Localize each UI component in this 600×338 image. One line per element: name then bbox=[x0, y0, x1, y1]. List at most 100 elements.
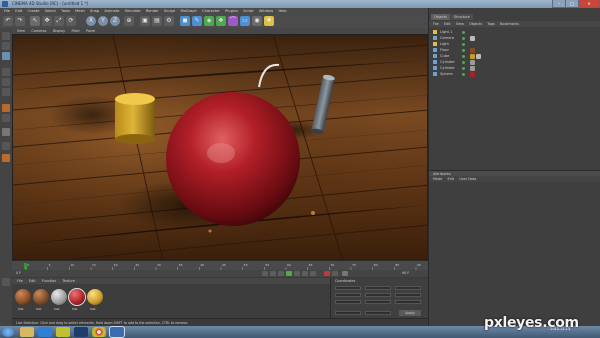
cube-icon[interactable]: ◼ bbox=[180, 16, 190, 26]
material-tag-icon[interactable] bbox=[470, 71, 475, 77]
model-mode-icon[interactable] bbox=[2, 42, 10, 50]
visibility-dot[interactable] bbox=[462, 42, 465, 46]
autokey-icon[interactable] bbox=[332, 271, 338, 276]
snap-icon[interactable] bbox=[2, 128, 10, 136]
coordinate-system-icon[interactable]: ⊕ bbox=[124, 16, 134, 26]
go-to-end-icon[interactable] bbox=[310, 271, 316, 276]
light-icon[interactable]: ✹ bbox=[264, 16, 274, 26]
objects-menu-view[interactable]: View bbox=[456, 21, 464, 27]
visibility-dot[interactable] bbox=[462, 30, 465, 34]
move-icon[interactable]: ✥ bbox=[42, 16, 52, 26]
previous-frame-icon[interactable] bbox=[278, 271, 284, 276]
material-swatch-3[interactable] bbox=[51, 289, 67, 305]
material-tag-icon[interactable] bbox=[470, 53, 475, 59]
material-swatch-2[interactable] bbox=[33, 289, 49, 305]
winamp-icon[interactable] bbox=[56, 327, 70, 337]
sculpt-icon[interactable] bbox=[2, 154, 10, 162]
attributes-menu-edit[interactable]: Edit bbox=[448, 176, 455, 182]
objects-menu-tags[interactable]: Tags bbox=[487, 21, 495, 27]
y-axis-icon[interactable]: Y bbox=[98, 16, 108, 26]
camera-icon[interactable]: ◉ bbox=[252, 16, 262, 26]
polygons-mode-icon[interactable] bbox=[2, 88, 10, 96]
explorer-icon[interactable] bbox=[20, 327, 34, 337]
object-row-sphere[interactable]: Sphere bbox=[431, 71, 599, 77]
red-sphere[interactable] bbox=[166, 92, 300, 226]
start-orb-icon[interactable] bbox=[2, 327, 14, 337]
make-editable-icon[interactable] bbox=[2, 32, 10, 40]
gold-cylinder[interactable] bbox=[115, 93, 155, 144]
position-y-field[interactable] bbox=[335, 293, 361, 297]
layout-icon[interactable] bbox=[2, 278, 10, 286]
visibility-dot[interactable] bbox=[462, 66, 465, 70]
next-frame-icon[interactable] bbox=[294, 271, 300, 276]
next-key-icon[interactable] bbox=[302, 271, 308, 276]
edges-mode-icon[interactable] bbox=[2, 78, 10, 86]
keyframe-selection-icon[interactable] bbox=[342, 271, 348, 276]
play-icon[interactable] bbox=[286, 271, 292, 276]
visibility-dot[interactable] bbox=[462, 48, 465, 52]
end-frame-field[interactable]: 90 F bbox=[402, 271, 409, 275]
tab-structure[interactable]: Structure bbox=[451, 14, 473, 20]
size-x-field[interactable] bbox=[365, 286, 391, 290]
maximize-button[interactable]: □ bbox=[565, 0, 579, 8]
tab-objects[interactable]: Objects bbox=[431, 14, 450, 20]
record-icon[interactable] bbox=[324, 271, 330, 276]
attributes-menu-user-data[interactable]: User Data bbox=[459, 176, 476, 182]
rotation-h-field[interactable] bbox=[395, 286, 421, 290]
size-z-field[interactable] bbox=[365, 300, 391, 304]
floor-icon[interactable]: ▭ bbox=[240, 16, 250, 26]
bend-icon[interactable]: ⌒ bbox=[228, 16, 238, 26]
photoshop-icon[interactable] bbox=[74, 327, 88, 337]
rotation-p-field[interactable] bbox=[395, 293, 421, 297]
material-tag-icon[interactable] bbox=[470, 65, 475, 71]
visibility-dot[interactable] bbox=[462, 60, 465, 64]
previous-key-icon[interactable] bbox=[270, 271, 276, 276]
size-y-field[interactable] bbox=[365, 293, 391, 297]
attributes-menu-mode[interactable]: Mode bbox=[433, 176, 442, 182]
apply-button[interactable]: Apply bbox=[399, 310, 421, 316]
position-z-field[interactable] bbox=[335, 300, 361, 304]
objects-menu-objects[interactable]: Objects bbox=[469, 21, 482, 27]
subdivision-icon[interactable]: ◈ bbox=[204, 16, 214, 26]
objects-menu-bookmarks[interactable]: Bookmarks bbox=[500, 21, 519, 27]
objects-menu-file[interactable]: File bbox=[433, 21, 439, 27]
texture-tag-icon[interactable] bbox=[476, 53, 481, 59]
render-picture-viewer-icon[interactable]: ▤ bbox=[152, 16, 162, 26]
objects-menu-edit[interactable]: Edit bbox=[444, 21, 451, 27]
object-mode-icon[interactable] bbox=[2, 52, 10, 60]
workplane-icon[interactable] bbox=[2, 114, 10, 122]
pen-icon[interactable]: ✎ bbox=[192, 16, 202, 26]
lock-workplane-icon[interactable] bbox=[2, 142, 10, 150]
start-frame-field[interactable]: 0 F bbox=[16, 271, 21, 275]
camera-tag-icon[interactable] bbox=[470, 35, 475, 41]
visibility-dot[interactable] bbox=[462, 36, 465, 40]
redo-icon[interactable]: ↷ bbox=[15, 16, 25, 26]
points-mode-icon[interactable] bbox=[2, 68, 10, 76]
visibility-dot[interactable] bbox=[462, 72, 465, 76]
material-tag-icon[interactable] bbox=[470, 47, 475, 53]
visibility-dot[interactable] bbox=[462, 54, 465, 58]
undo-icon[interactable]: ↶ bbox=[3, 16, 13, 26]
rotate-icon[interactable]: ⟳ bbox=[66, 16, 76, 26]
scale-icon[interactable]: ⤢ bbox=[54, 16, 64, 26]
minimize-button[interactable]: – bbox=[552, 0, 566, 8]
close-button[interactable]: ✕ bbox=[578, 0, 600, 8]
material-swatch-5[interactable] bbox=[87, 289, 103, 305]
object-mode-dropdown[interactable] bbox=[335, 311, 361, 315]
material-swatch-1[interactable] bbox=[15, 289, 31, 305]
material-swatch-4[interactable] bbox=[68, 288, 86, 306]
live-selection-icon[interactable]: ↖ bbox=[30, 16, 40, 26]
cinema4d-taskbar-icon[interactable] bbox=[109, 326, 125, 338]
render-view-icon[interactable]: ▣ bbox=[140, 16, 150, 26]
x-axis-icon[interactable]: X bbox=[86, 16, 96, 26]
chrome-icon[interactable] bbox=[92, 327, 106, 337]
go-to-start-icon[interactable] bbox=[262, 271, 268, 276]
texture-mode-icon[interactable] bbox=[2, 104, 10, 112]
rotation-b-field[interactable] bbox=[395, 300, 421, 304]
render-settings-icon[interactable]: ⚙ bbox=[164, 16, 174, 26]
position-x-field[interactable] bbox=[335, 286, 361, 290]
array-icon[interactable]: ❖ bbox=[216, 16, 226, 26]
z-axis-icon[interactable]: Z bbox=[110, 16, 120, 26]
perspective-viewport[interactable] bbox=[12, 34, 428, 260]
size-mode-dropdown[interactable] bbox=[365, 311, 391, 315]
